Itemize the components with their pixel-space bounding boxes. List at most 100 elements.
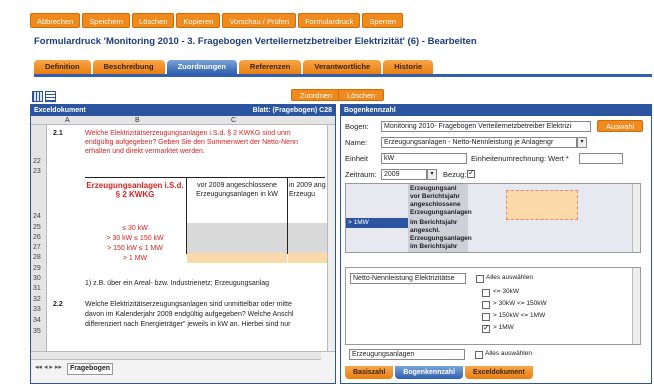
opt-150kw-1mw-label: > 150kW <= 1MW bbox=[493, 312, 546, 319]
row-24[interactable]: 24 bbox=[33, 213, 41, 220]
grid-view-icon[interactable] bbox=[32, 91, 43, 102]
table-header-vor-2009[interactable]: vor 2009 angeschlossene bbox=[188, 181, 286, 190]
select-all-1-label: Alles auswählen bbox=[486, 274, 533, 281]
grid-row-gt-1mw[interactable]: > 1MW bbox=[346, 218, 408, 228]
table-header-kwkg[interactable]: § 2 KWKG bbox=[85, 190, 185, 199]
row-27[interactable]: 27 bbox=[33, 244, 41, 251]
bezug-checkbox[interactable] bbox=[467, 168, 475, 178]
dimension-2-field[interactable]: Erzeugungsanlagen bbox=[349, 349, 465, 360]
sheet-cell-ref: Blatt: (Fragebogen) C28 bbox=[252, 107, 332, 114]
tab-bogenkennzahl[interactable]: Bogenkennzahl bbox=[395, 366, 464, 379]
grid-scrollbar[interactable] bbox=[632, 184, 640, 252]
cell-question-2-1-line3[interactable]: erhalten und direkt vermarktet werden. bbox=[85, 147, 205, 156]
filter-scrollbar[interactable] bbox=[632, 268, 640, 344]
name-dropdown-icon[interactable]: ▾ bbox=[577, 137, 587, 148]
cell-30-150kw[interactable]: > 30 kW ≤ 150 kW bbox=[85, 234, 185, 243]
sheet-tab-fragebogen[interactable]: Fragebogen bbox=[67, 363, 114, 375]
select-all-2-checkbox[interactable] bbox=[475, 351, 483, 359]
opt-30-150kw-label: > 30kW <= 150kW bbox=[493, 300, 547, 307]
umrechnung-field[interactable] bbox=[579, 153, 623, 164]
tab-definition[interactable]: Definition bbox=[34, 60, 91, 74]
unassign-button[interactable]: Löschen bbox=[338, 89, 385, 101]
row-26[interactable]: 26 bbox=[33, 234, 41, 241]
tab-beschreibung[interactable]: Beschreibung bbox=[92, 60, 165, 74]
zeitraum-select[interactable]: 2009 bbox=[381, 169, 427, 180]
tab-historie[interactable]: Historie bbox=[383, 60, 434, 74]
row-32[interactable]: 32 bbox=[33, 296, 41, 303]
name-label: Name: bbox=[345, 138, 368, 147]
dimension-1-field[interactable]: Netto-Nennleistung Elektrizitätse bbox=[350, 273, 466, 284]
opt-le-30kw-label: <= 30kW bbox=[493, 288, 520, 295]
row-29[interactable]: 29 bbox=[33, 265, 41, 272]
preview-button[interactable]: Vorschau / Prüfen bbox=[222, 13, 297, 28]
opt-gt-1mw-label: > 1MW bbox=[493, 324, 514, 331]
cell-section-2-1[interactable]: 2.1 bbox=[53, 129, 63, 138]
col-a[interactable]: A bbox=[65, 116, 70, 125]
save-button[interactable]: Speichern bbox=[82, 13, 131, 28]
cell-question-2-2-line2[interactable]: davon im Kalenderjahr 2009 endgültig auf… bbox=[85, 310, 325, 319]
row-30[interactable]: 30 bbox=[33, 275, 41, 282]
input-cell-selected-row-2[interactable] bbox=[288, 253, 328, 263]
main-tabs: Definition Beschreibung Zuordnungen Refe… bbox=[34, 60, 435, 74]
tab-verantwortliche[interactable]: Verantwortliche bbox=[303, 60, 382, 74]
cell-section-2-2[interactable]: 2.2 bbox=[53, 300, 63, 309]
cell-gt-1mw[interactable]: > 1 MW bbox=[85, 254, 185, 263]
delete-button[interactable]: Löschen bbox=[132, 13, 175, 28]
horizontal-scrollbar[interactable] bbox=[31, 352, 321, 360]
opt-150kw-1mw-checkbox[interactable] bbox=[482, 313, 490, 321]
row-35[interactable]: 35 bbox=[33, 328, 41, 335]
copy-button[interactable]: Kopieren bbox=[176, 13, 221, 28]
input-cells-gray[interactable] bbox=[187, 223, 287, 253]
vertical-scrollbar[interactable] bbox=[327, 125, 335, 351]
row-25[interactable]: 25 bbox=[33, 224, 41, 231]
select-all-2-label: Alles auswählen bbox=[485, 350, 532, 357]
einheit-field[interactable]: kW bbox=[381, 153, 467, 164]
auswahl-button[interactable]: Auswahl bbox=[597, 120, 644, 132]
lock-button[interactable]: Sperren bbox=[362, 13, 404, 28]
bezug-label: Bezug: bbox=[443, 170, 467, 179]
table-header-erzeugung[interactable]: Erzeugungsanlagen i.S.d. bbox=[85, 181, 185, 190]
table-header-vor-2009-unit[interactable]: Erzeugungsanlagen in kW bbox=[188, 190, 286, 199]
row-33[interactable]: 33 bbox=[33, 306, 41, 313]
list-view-icon[interactable] bbox=[45, 91, 56, 102]
opt-gt-1mw-checkbox[interactable] bbox=[482, 323, 490, 333]
grid-target-cell[interactable] bbox=[506, 190, 578, 220]
input-cells-gray-2[interactable] bbox=[288, 223, 328, 253]
row-31[interactable]: 31 bbox=[33, 285, 41, 292]
bottom-tabs: Basiszahl Bogenkennzahl Exceldokument bbox=[345, 366, 535, 379]
column-headers: A B C bbox=[31, 116, 335, 125]
input-cell-selected-row[interactable] bbox=[187, 253, 287, 263]
row-34[interactable]: 34 bbox=[33, 317, 41, 324]
tab-exceldokument[interactable]: Exceldokument bbox=[465, 366, 533, 379]
cell-question-2-1[interactable]: Welche Elektrizitätserzeugungsanlagen i.… bbox=[85, 129, 325, 138]
table-header-in-2009[interactable]: in 2009 ang bbox=[289, 181, 329, 190]
col-b[interactable]: B bbox=[135, 116, 140, 125]
name-select[interactable]: Erzeugungsanlagen - Netto-Nennleistung j… bbox=[381, 137, 577, 148]
cell-question-2-2[interactable]: Welche Elektrizitätserzeugungsanlagen si… bbox=[85, 300, 325, 309]
zeitraum-dropdown-icon[interactable]: ▾ bbox=[427, 169, 437, 180]
row-23[interactable]: 23 bbox=[33, 168, 41, 175]
tab-referenzen[interactable]: Referenzen bbox=[238, 60, 302, 74]
dimension-filter: Netto-Nennleistung Elektrizitätse Alles … bbox=[345, 267, 641, 345]
sheet-nav-arrows[interactable]: ◂◂ ◂ ▸ ▸▸ bbox=[33, 363, 64, 373]
assign-button[interactable]: Zuordnen bbox=[291, 89, 342, 101]
col-c[interactable]: C bbox=[231, 116, 236, 125]
cell-question-2-1-line2[interactable]: endgültig aufgegeben? Geben Sie den Summ… bbox=[85, 138, 325, 147]
cell-question-2-2-line3[interactable]: differenziert nach Energieträger" jeweil… bbox=[85, 320, 325, 329]
cell-le-30kw[interactable]: ≤ 30 kW bbox=[85, 224, 185, 233]
cell-150kw-1mw[interactable]: > 150 kW ≤ 1 MW bbox=[85, 244, 185, 253]
row-28[interactable]: 28 bbox=[33, 254, 41, 261]
select-all-1-checkbox[interactable] bbox=[476, 275, 484, 283]
bogen-field[interactable]: Monitoring 2010- Fragebogen Verteilernet… bbox=[381, 121, 591, 132]
tab-basiszahl[interactable]: Basiszahl bbox=[345, 366, 394, 379]
opt-le-30kw-checkbox[interactable] bbox=[482, 289, 490, 297]
excel-panel: Exceldokument Blatt: (Fragebogen) C28 A … bbox=[30, 104, 336, 384]
tab-zuordnungen[interactable]: Zuordnungen bbox=[166, 60, 237, 74]
table-header-in-2009-unit[interactable]: Erzeugu bbox=[289, 190, 329, 199]
cancel-button[interactable]: Abbrechen bbox=[30, 13, 81, 28]
cell-footnote[interactable]: 1) z.B. über ein Areal- bzw. Industriene… bbox=[85, 279, 325, 288]
row-22[interactable]: 22 bbox=[33, 158, 41, 165]
form-print-button[interactable]: Formulardruck bbox=[298, 13, 361, 28]
opt-30-150kw-checkbox[interactable] bbox=[482, 301, 490, 309]
umrechnung-label: Einheitenumrechnung: Wert * bbox=[471, 154, 569, 163]
